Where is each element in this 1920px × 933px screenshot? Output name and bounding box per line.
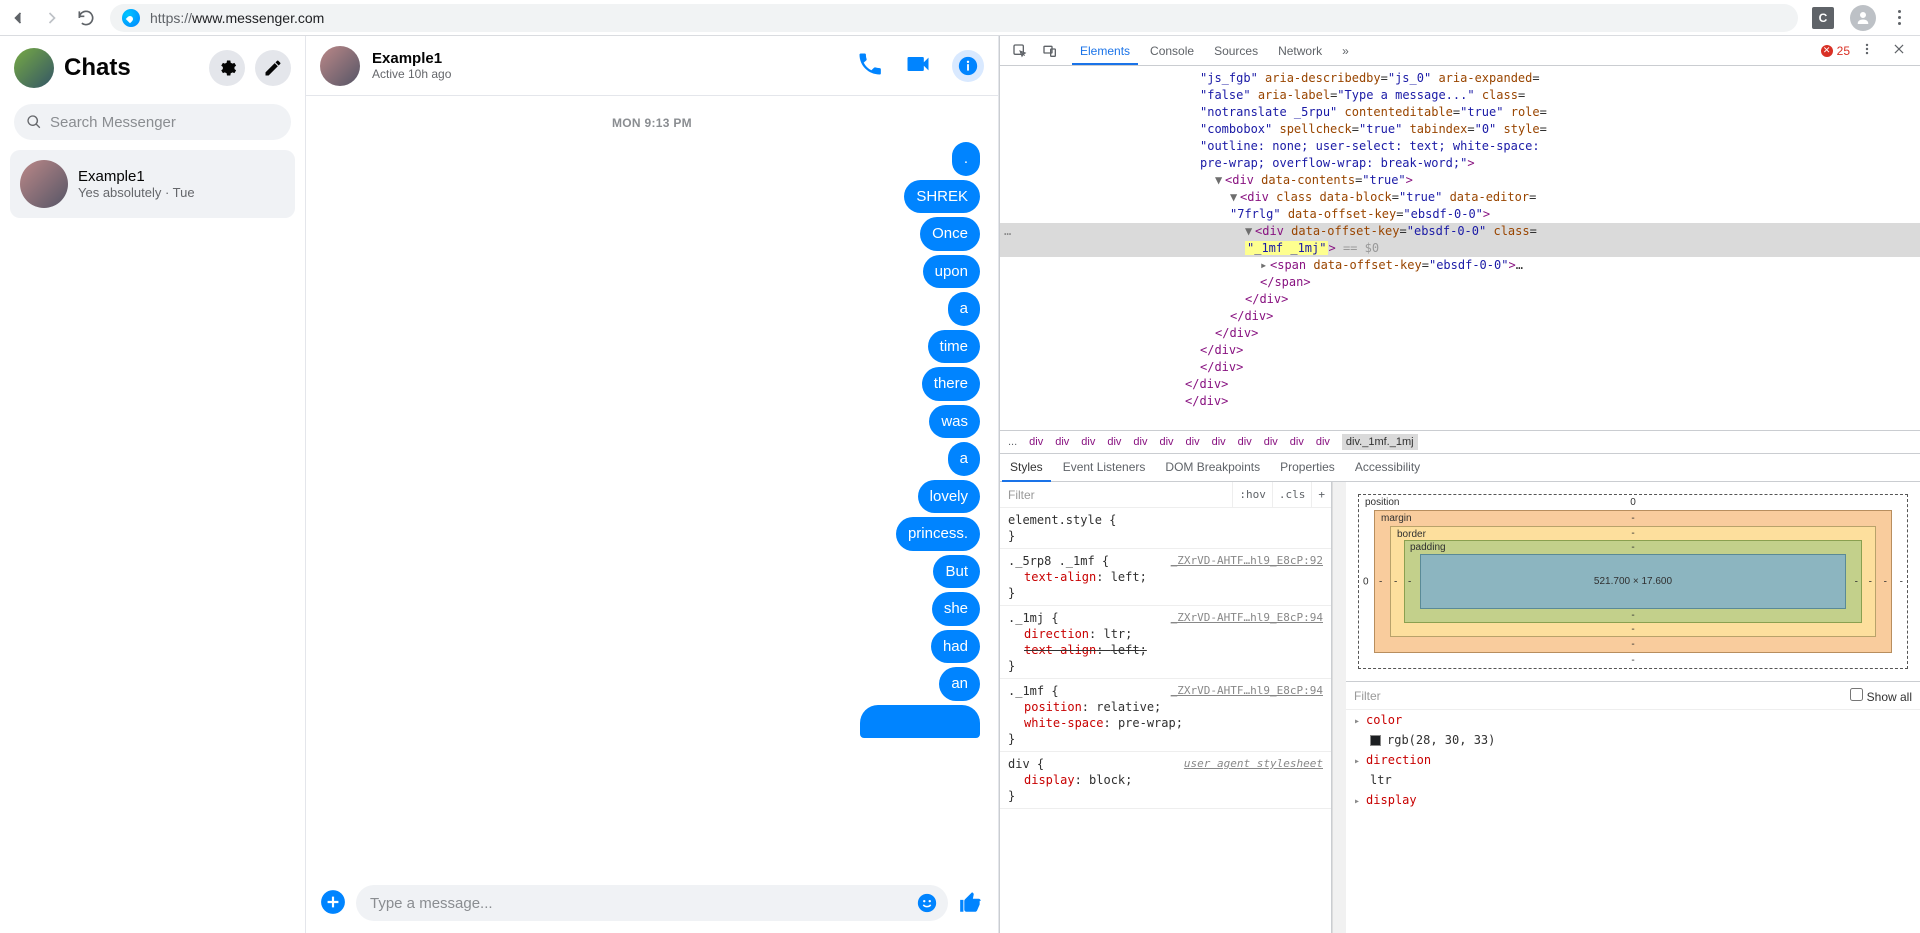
thread-name: Example1	[78, 168, 195, 185]
chat-name: Example1	[372, 50, 844, 67]
tab-more[interactable]: »	[1332, 38, 1359, 64]
thread-avatar	[20, 160, 68, 208]
compose-button[interactable]	[255, 50, 291, 86]
extension-badge[interactable]: C	[1812, 7, 1834, 29]
styles-filter[interactable]	[1000, 488, 1232, 502]
add-attachment-button[interactable]	[320, 889, 346, 918]
box-model: position 0 - 0 - margin - - -	[1346, 482, 1920, 682]
message-bubble: time	[928, 330, 980, 364]
browser-toolbar: https://www.messenger.com C	[0, 0, 1920, 36]
message-bubble: an	[939, 667, 980, 701]
message-bubble: .	[952, 142, 980, 176]
sidebar: Chats Example1 Yes absolutely · Tue	[0, 36, 306, 933]
inspect-button[interactable]	[1006, 43, 1034, 59]
device-toggle-button[interactable]	[1036, 43, 1064, 59]
subtab-properties[interactable]: Properties	[1270, 454, 1345, 481]
message-bubble: she	[932, 592, 980, 626]
elements-tree[interactable]: "js_fgb" aria-describedby="js_0" aria-ex…	[1000, 66, 1920, 430]
devtools: Elements Console Sources Network » ✕25 "…	[999, 36, 1920, 933]
search-icon	[26, 114, 42, 130]
address-bar[interactable]: https://www.messenger.com	[110, 4, 1798, 32]
tab-sources[interactable]: Sources	[1204, 38, 1268, 64]
hov-toggle[interactable]: :hov	[1232, 482, 1272, 507]
styles-panel: :hov .cls + element.style {} ._5rp8 ._1m…	[1000, 482, 1332, 933]
devtools-toolbar: Elements Console Sources Network » ✕25	[1000, 36, 1920, 66]
cls-toggle[interactable]: .cls	[1272, 482, 1312, 507]
info-button[interactable]	[952, 50, 984, 82]
emoji-icon[interactable]	[916, 892, 938, 914]
thread-preview: Yes absolutely · Tue	[78, 185, 195, 200]
breadcrumbs[interactable]: ... div div div div div div div div div …	[1000, 430, 1920, 454]
chat-avatar[interactable]	[320, 46, 360, 86]
search-box[interactable]	[14, 104, 291, 140]
message-bubble: a	[948, 442, 980, 476]
message-bubble: lovely	[918, 480, 980, 514]
subtab-styles[interactable]: Styles	[1000, 454, 1053, 481]
tab-console[interactable]: Console	[1140, 38, 1204, 64]
styles-tabs: Styles Event Listeners DOM Breakpoints P…	[1000, 454, 1920, 482]
chat-header: Example1 Active 10h ago	[306, 36, 998, 96]
reload-button[interactable]	[76, 8, 96, 28]
tab-elements[interactable]: Elements	[1070, 38, 1140, 64]
chat-status: Active 10h ago	[372, 67, 844, 81]
chrome-menu-button[interactable]	[1892, 10, 1906, 25]
message-bubble: was	[929, 405, 980, 439]
search-input[interactable]	[50, 114, 279, 131]
my-avatar[interactable]	[14, 48, 54, 88]
messages-list[interactable]: MON 9:13 PM . SHREK Once upon a time the…	[306, 96, 998, 875]
forward-button[interactable]	[42, 8, 62, 28]
subtab-dom-breakpoints[interactable]: DOM Breakpoints	[1155, 454, 1270, 481]
settings-button[interactable]	[209, 50, 245, 86]
composer	[306, 875, 998, 933]
messenger-favicon	[122, 9, 140, 27]
computed-list[interactable]: color rgb(28, 30, 33) direction ltr disp…	[1346, 710, 1920, 933]
devtools-menu[interactable]	[1852, 42, 1882, 59]
voice-call-button[interactable]	[856, 50, 884, 81]
computed-panel: position 0 - 0 - margin - - -	[1346, 482, 1920, 933]
profile-button[interactable]	[1850, 5, 1876, 31]
timestamp: MON 9:13 PM	[324, 112, 980, 140]
scrollbar[interactable]	[1332, 482, 1346, 933]
message-bubble: princess.	[896, 517, 980, 551]
chat-pane: Example1 Active 10h ago MON 9:13 PM . SH…	[306, 36, 998, 933]
url-text: https://www.messenger.com	[150, 10, 324, 26]
css-rules[interactable]: element.style {} ._5rp8 ._1mf {_ZXrVD-AH…	[1000, 508, 1331, 933]
message-bubble: upon	[923, 255, 980, 289]
messenger-app: Chats Example1 Yes absolutely · Tue	[0, 36, 999, 933]
subtab-accessibility[interactable]: Accessibility	[1345, 454, 1430, 481]
tab-network[interactable]: Network	[1268, 38, 1332, 64]
message-input-wrap[interactable]	[356, 885, 948, 921]
devtools-close[interactable]	[1884, 42, 1914, 59]
subtab-event-listeners[interactable]: Event Listeners	[1053, 454, 1156, 481]
message-bubble: Once	[920, 217, 980, 251]
error-count[interactable]: ✕25	[1821, 44, 1850, 58]
message-bubble: there	[922, 367, 980, 401]
back-button[interactable]	[8, 8, 28, 28]
new-rule-button[interactable]: +	[1311, 482, 1331, 507]
message-input[interactable]	[370, 895, 916, 912]
thumbs-up-button[interactable]	[958, 889, 984, 918]
message-bubble: had	[931, 630, 980, 664]
message-bubble-cut	[860, 705, 980, 739]
thread-item[interactable]: Example1 Yes absolutely · Tue	[10, 150, 295, 218]
message-bubble: SHREK	[904, 180, 980, 214]
message-bubble: But	[933, 555, 980, 589]
computed-filter[interactable]	[1354, 689, 1842, 703]
video-call-button[interactable]	[904, 50, 932, 81]
show-all-toggle[interactable]: Show all	[1850, 688, 1912, 704]
chats-title: Chats	[64, 54, 199, 82]
message-bubble: a	[948, 292, 980, 326]
